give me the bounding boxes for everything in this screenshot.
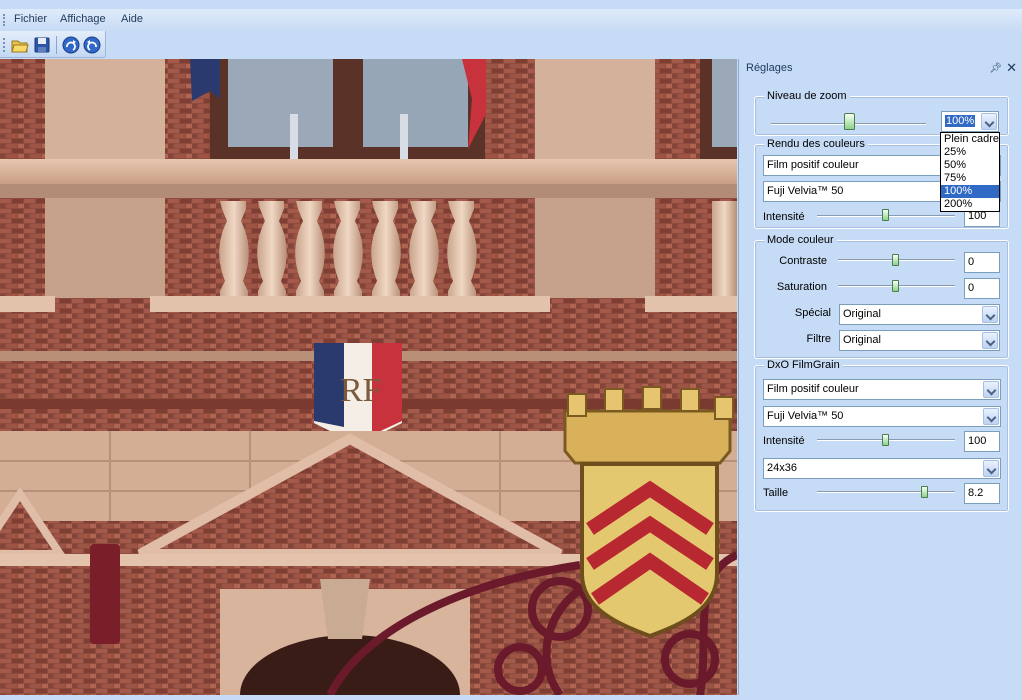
size-label: Taille xyxy=(763,487,789,499)
contrast-input[interactable]: 0 xyxy=(964,252,1000,273)
toolbar-separator xyxy=(56,36,57,54)
rendering-intensity-label: Intensité xyxy=(763,211,805,223)
special-select[interactable]: Original xyxy=(839,304,1000,325)
filmgrain-label: DxO FilmGrain xyxy=(764,359,843,371)
zoom-option[interactable]: Plein cadre xyxy=(941,133,999,146)
save-disk-icon[interactable] xyxy=(33,36,51,54)
photo-image: RF xyxy=(0,59,737,695)
chevron-down-icon[interactable] xyxy=(983,460,999,477)
open-folder-icon[interactable] xyxy=(11,36,29,54)
filmgrain-type-select[interactable]: Film positif couleur xyxy=(763,379,1001,400)
chevron-down-icon[interactable] xyxy=(983,381,999,398)
filmgrain-intensity-label: Intensité xyxy=(763,435,805,447)
zoom-option[interactable]: 50% xyxy=(941,159,999,172)
filmgrain-intensity-thumb[interactable] xyxy=(882,434,889,446)
pin-icon[interactable]: 📌︎ xyxy=(989,63,1002,74)
filmgrain-intensity-input[interactable]: 100 xyxy=(964,431,1000,452)
app-window: Fichier Affichage Aide RF Réglages 📌︎ ✕ … xyxy=(0,0,1022,700)
zoom-option[interactable]: 200% xyxy=(941,198,999,211)
special-label: Spécial xyxy=(794,307,831,319)
zoom-dropdown-list: Plein cadre 25% 50% 75% 100% 200% xyxy=(940,132,1000,212)
saturation-label: Saturation xyxy=(776,281,827,293)
zoom-option[interactable]: 25% xyxy=(941,146,999,159)
size-input[interactable]: 8.2 xyxy=(964,483,1000,504)
image-viewer[interactable]: RF xyxy=(0,59,737,695)
zoom-option-selected[interactable]: 100% xyxy=(941,185,999,198)
menu-affichage[interactable]: Affichage xyxy=(60,13,106,25)
toolbar xyxy=(0,31,106,58)
zoom-group-label: Niveau de zoom xyxy=(764,90,850,102)
size-track[interactable] xyxy=(817,491,955,493)
filmgrain-group: DxO FilmGrain Film positif couleur Fuji … xyxy=(754,359,1009,512)
saturation-thumb[interactable] xyxy=(892,280,899,292)
settings-panel: Réglages 📌︎ ✕ Niveau de zoom 100% Rendu … xyxy=(738,59,1022,695)
chevron-down-icon[interactable] xyxy=(982,306,998,323)
contrast-thumb[interactable] xyxy=(892,254,899,266)
filmgrain-film-select[interactable]: Fuji Velvia™ 50 xyxy=(763,406,1001,427)
filter-label: Filtre xyxy=(806,333,831,345)
panel-title: Réglages xyxy=(746,62,793,74)
menu-grip-icon[interactable] xyxy=(3,14,6,26)
color-mode-label: Mode couleur xyxy=(764,234,837,246)
color-rendering-label: Rendu des couleurs xyxy=(764,138,868,150)
rotate-clockwise-icon[interactable] xyxy=(62,36,80,54)
size-thumb[interactable] xyxy=(921,486,928,498)
menu-fichier[interactable]: Fichier xyxy=(14,13,47,25)
toolbar-grip-icon[interactable] xyxy=(3,38,6,52)
color-mode-group: Mode couleur Contraste 0 Saturation 0 Sp… xyxy=(754,234,1009,359)
contrast-label: Contraste xyxy=(779,255,827,267)
chevron-down-icon[interactable] xyxy=(982,332,998,349)
svg-text:RF: RF xyxy=(340,372,382,409)
filter-select[interactable]: Original xyxy=(839,330,1000,351)
rendering-intensity-thumb[interactable] xyxy=(882,209,889,221)
chevron-down-icon[interactable] xyxy=(981,113,997,130)
rotate-counterclockwise-icon[interactable] xyxy=(83,36,101,54)
status-strip xyxy=(0,695,1022,700)
filmgrain-format-select[interactable]: 24x36 xyxy=(763,458,1001,479)
zoom-option[interactable]: 75% xyxy=(941,172,999,185)
menu-bar: Fichier Affichage Aide xyxy=(0,9,1022,31)
close-icon[interactable]: ✕ xyxy=(1006,60,1017,76)
chevron-down-icon[interactable] xyxy=(983,408,999,425)
zoom-group: Niveau de zoom 100% xyxy=(754,90,1009,136)
saturation-input[interactable]: 0 xyxy=(964,278,1000,299)
zoom-select[interactable]: 100% xyxy=(941,111,999,132)
zoom-slider-thumb[interactable] xyxy=(844,113,855,130)
menu-aide[interactable]: Aide xyxy=(121,13,143,25)
